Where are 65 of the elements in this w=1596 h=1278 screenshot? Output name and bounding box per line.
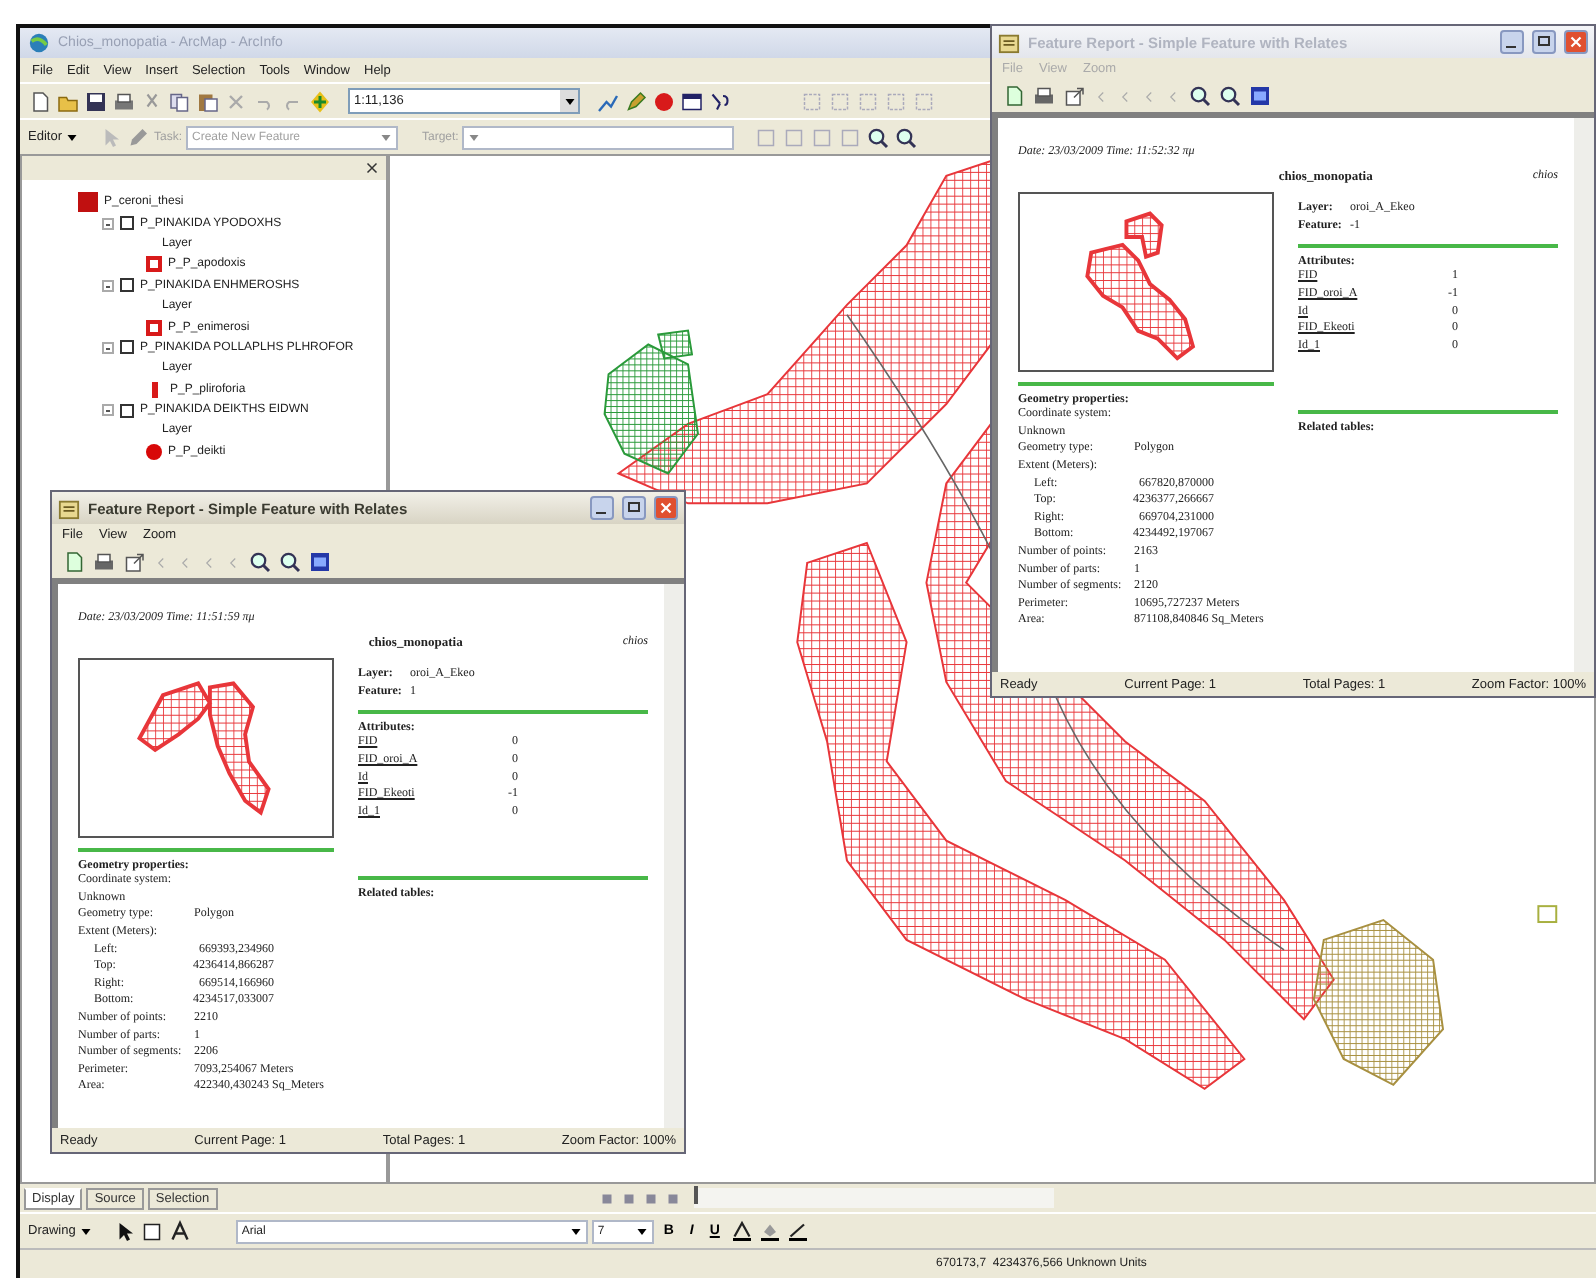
report-icon (998, 31, 1020, 53)
zoom-in-icon[interactable] (1188, 84, 1212, 108)
save-icon[interactable] (84, 89, 108, 113)
paste-icon[interactable] (196, 89, 220, 113)
square-outline (1537, 905, 1558, 924)
print-icon[interactable] (92, 550, 116, 574)
checkbox[interactable] (120, 340, 134, 355)
globe-icon (28, 32, 50, 54)
checkbox[interactable] (120, 278, 134, 293)
close-icon (1570, 36, 1582, 48)
export-icon[interactable] (122, 550, 146, 574)
caret-icon (569, 1225, 582, 1237)
minimize-button[interactable] (1500, 30, 1524, 54)
vertical-scrollbar[interactable] (1574, 118, 1594, 672)
zoom-out-icon[interactable] (894, 125, 919, 149)
fill-color-icon[interactable] (757, 1219, 782, 1243)
legend-symbol-icon (146, 443, 162, 460)
close-button[interactable] (1564, 30, 1588, 54)
zoom-in-icon[interactable] (866, 125, 891, 149)
expander-icon[interactable] (102, 279, 114, 292)
line-color-icon[interactable] (785, 1219, 810, 1243)
zoom-out-icon[interactable] (278, 550, 302, 574)
font-color-icon[interactable] (729, 1219, 754, 1243)
close-icon[interactable] (366, 162, 378, 174)
copy-icon[interactable] (168, 89, 192, 113)
print-icon[interactable] (1032, 84, 1056, 108)
ball-icon[interactable] (652, 89, 676, 113)
zoom-in-icon[interactable] (248, 550, 272, 574)
zoom-out-icon[interactable] (1218, 84, 1242, 108)
close-button[interactable] (654, 496, 678, 520)
report-icon (58, 497, 80, 519)
legend-symbol-icon (146, 256, 162, 273)
text-tool-icon[interactable] (167, 1219, 192, 1243)
legend-symbol-icon (152, 381, 158, 398)
caret-icon (79, 1225, 92, 1237)
vertical-scrollbar[interactable] (664, 584, 684, 1128)
legend-symbol-icon (146, 319, 162, 336)
legend-symbol-icon (78, 192, 98, 213)
new-document-icon[interactable] (28, 89, 52, 113)
caret-icon (563, 95, 575, 107)
maximize-button[interactable] (1532, 30, 1556, 54)
rectangle-icon[interactable] (139, 1219, 164, 1243)
minimize-button[interactable] (590, 496, 614, 520)
expander-icon[interactable] (102, 341, 114, 354)
new-document-icon[interactable] (62, 550, 86, 574)
help-icon[interactable] (708, 89, 732, 113)
checkbox[interactable] (120, 403, 134, 418)
caret-icon (468, 131, 481, 143)
close-icon (660, 502, 672, 514)
expander-icon[interactable] (102, 404, 114, 417)
maximize-button[interactable] (622, 496, 646, 520)
new-document-icon[interactable] (1002, 84, 1026, 108)
expander-icon[interactable] (102, 217, 114, 230)
export-icon[interactable] (1062, 84, 1086, 108)
window-icon[interactable] (1248, 84, 1272, 108)
print-icon[interactable] (112, 89, 136, 113)
window-icon[interactable] (680, 89, 704, 113)
horizontal-scrollbar[interactable] (693, 1188, 1054, 1208)
pen-icon[interactable] (624, 89, 648, 113)
caret-icon (380, 131, 392, 143)
window-icon[interactable] (308, 550, 332, 574)
checkbox[interactable] (120, 216, 134, 231)
add-data-icon[interactable] (308, 89, 332, 113)
caret-icon (635, 1225, 648, 1237)
caret-icon (65, 131, 78, 143)
